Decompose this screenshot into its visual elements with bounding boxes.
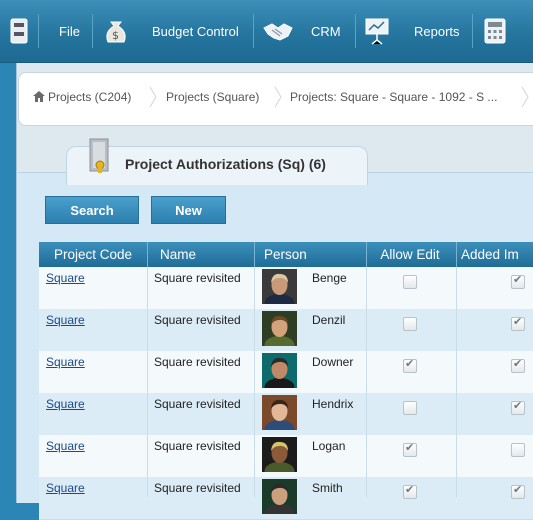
added-checkbox[interactable] <box>511 315 525 331</box>
toolbar-divider <box>92 14 93 48</box>
project-code-link[interactable]: Square <box>46 313 85 327</box>
panel-title: Project Authorizations (Sq) (6) <box>125 156 326 172</box>
column-header-project-code[interactable]: Project Code <box>39 242 147 267</box>
breadcrumb-separator <box>149 86 157 108</box>
menu-reports-label[interactable]: Reports <box>414 24 460 39</box>
project-name: Square revisited <box>154 271 241 285</box>
menu-crm[interactable]: CRM <box>311 0 341 62</box>
column-line <box>147 267 148 497</box>
allow-edit-checkbox[interactable] <box>403 317 417 331</box>
project-name: Square revisited <box>154 481 241 495</box>
menu-file-label[interactable]: File <box>59 24 80 39</box>
column-header-person[interactable]: Person <box>264 242 364 267</box>
allow-edit-checkbox[interactable] <box>403 441 417 457</box>
added-checkbox[interactable] <box>511 273 525 289</box>
breadcrumb-separator <box>274 86 282 108</box>
column-divider <box>456 242 457 267</box>
person-name: Benge <box>312 271 347 285</box>
column-line <box>254 267 255 497</box>
project-name: Square revisited <box>154 355 241 369</box>
toolbar-divider <box>355 14 356 48</box>
added-checkbox[interactable] <box>511 399 525 415</box>
project-name: Square revisited <box>154 397 241 411</box>
person-name: Smith <box>312 481 343 495</box>
search-button[interactable]: Search <box>45 196 139 224</box>
avatar <box>262 479 297 514</box>
column-header-added[interactable]: Added Im <box>461 242 533 267</box>
menu-crm-label[interactable]: CRM <box>311 24 341 39</box>
avatar <box>262 311 297 346</box>
new-button[interactable]: New <box>151 196 226 224</box>
person-name: Downer <box>312 355 354 369</box>
door-lock-icon <box>89 138 109 173</box>
column-line <box>366 267 367 497</box>
svg-text:$: $ <box>112 29 119 42</box>
breadcrumb-separator <box>521 86 529 108</box>
added-checkbox[interactable] <box>511 443 525 457</box>
avatar <box>262 353 297 388</box>
menu-budget-control-label[interactable]: Budget Control <box>152 24 239 39</box>
breadcrumb-item-projects-c204[interactable]: Projects (C204) <box>48 90 131 104</box>
project-code-link[interactable]: Square <box>46 481 85 495</box>
file-cabinet-icon[interactable] <box>10 0 28 62</box>
person-name: Logan <box>312 439 346 453</box>
breadcrumb-item-project-detail[interactable]: Projects: Square - Square - 1092 - S ... <box>290 90 497 104</box>
menu-reports[interactable]: Reports <box>414 0 460 62</box>
allow-edit-checkbox[interactable] <box>403 275 417 289</box>
column-line <box>456 267 457 497</box>
column-divider <box>254 242 255 267</box>
menu-file[interactable]: File <box>59 0 80 62</box>
column-header-name[interactable]: Name <box>160 242 250 267</box>
added-checkbox[interactable] <box>511 357 525 373</box>
person-name: Hendrix <box>312 397 354 411</box>
money-bag-icon[interactable]: $ <box>102 0 130 62</box>
avatar <box>262 437 297 472</box>
project-code-link[interactable]: Square <box>46 355 85 369</box>
toolbar-divider <box>472 14 473 48</box>
menu-budget-control[interactable]: Budget Control <box>152 0 239 62</box>
project-code-link[interactable]: Square <box>46 271 85 285</box>
toolbar-divider <box>253 14 254 48</box>
home-icon[interactable] <box>33 91 45 102</box>
column-divider <box>147 242 148 267</box>
person-name: Denzil <box>312 313 346 327</box>
added-checkbox[interactable] <box>511 483 525 499</box>
allow-edit-checkbox[interactable] <box>403 401 417 415</box>
presentation-board-icon[interactable] <box>363 0 391 62</box>
project-name: Square revisited <box>154 313 241 327</box>
project-name: Square revisited <box>154 439 241 453</box>
avatar <box>262 395 297 430</box>
allow-edit-checkbox[interactable] <box>403 483 417 499</box>
calculator-icon[interactable] <box>484 0 506 62</box>
breadcrumb-item-projects-square[interactable]: Projects (Square) <box>166 90 259 104</box>
allow-edit-checkbox[interactable] <box>403 357 417 373</box>
column-header-allow-edit[interactable]: Allow Edit <box>366 242 454 267</box>
avatar <box>262 269 297 304</box>
handshake-icon[interactable] <box>262 0 294 62</box>
project-code-link[interactable]: Square <box>46 397 85 411</box>
project-code-link[interactable]: Square <box>46 439 85 453</box>
toolbar-divider <box>38 14 39 48</box>
